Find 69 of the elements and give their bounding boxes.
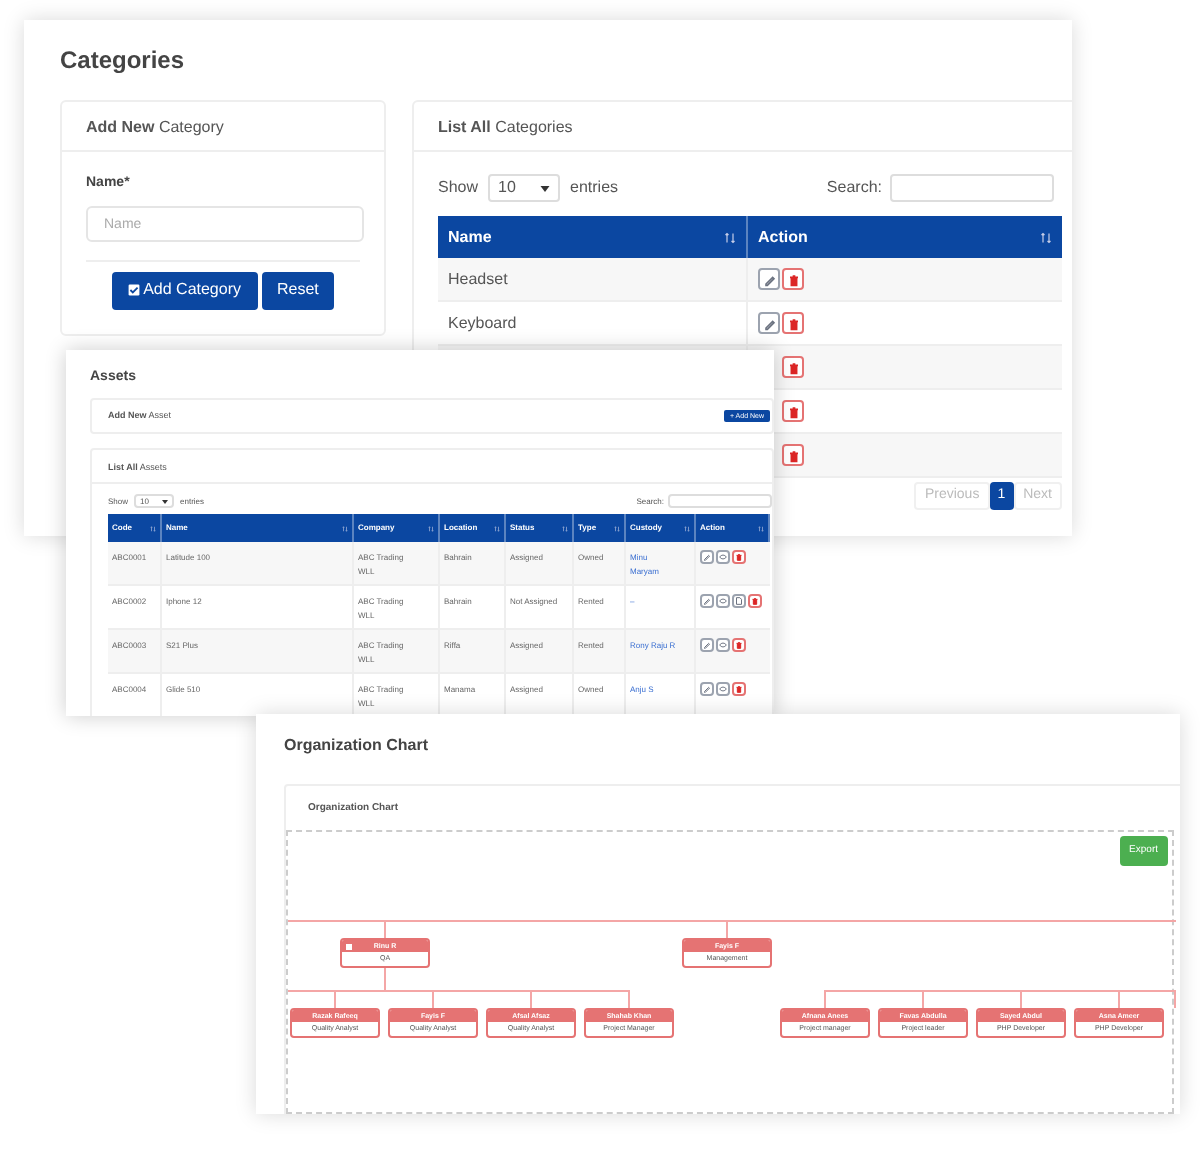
pencil-icon [702, 596, 712, 606]
pencil-icon [761, 271, 777, 287]
table-cell: Keyboard [448, 311, 517, 335]
delete-button[interactable] [732, 550, 746, 564]
sort-icon [614, 525, 620, 531]
document-button[interactable] [732, 594, 746, 608]
delete-button[interactable] [782, 312, 804, 334]
edit-button[interactable] [758, 268, 780, 290]
eye-icon [718, 552, 728, 562]
column-header[interactable]: Action [748, 216, 1062, 258]
view-button[interactable] [716, 594, 730, 608]
pencil-icon [761, 315, 777, 331]
sort-icon [494, 525, 500, 531]
sort-icon [684, 525, 690, 531]
delete-button[interactable] [782, 356, 804, 378]
page-title: Organization Chart [284, 734, 429, 758]
delete-button[interactable] [732, 682, 746, 696]
sort-icon [150, 525, 156, 531]
delete-button[interactable] [748, 594, 762, 608]
caret-icon [162, 499, 169, 503]
add-category-button[interactable]: Add Category [111, 271, 257, 309]
trash-icon [734, 684, 744, 694]
document-icon [734, 596, 744, 606]
sort-icon [724, 231, 736, 243]
sort-icon [758, 525, 764, 531]
sort-icon [1040, 231, 1052, 243]
view-button[interactable] [716, 550, 730, 564]
search-label: Search: [826, 176, 882, 200]
entries-label: entries [570, 176, 619, 200]
view-button[interactable] [716, 682, 730, 696]
trash-icon [785, 359, 801, 375]
search-field[interactable] [890, 174, 1054, 202]
pencil-icon [702, 552, 712, 562]
sort-icon [428, 525, 434, 531]
trash-icon [785, 271, 801, 287]
sort-icon [562, 525, 568, 531]
search-field[interactable] [668, 494, 772, 508]
edit-button[interactable] [758, 312, 780, 334]
delete-button[interactable] [782, 444, 804, 466]
pencil-icon [702, 684, 712, 694]
trash-icon [785, 447, 801, 463]
delete-button[interactable] [782, 400, 804, 422]
delete-button[interactable] [782, 268, 804, 290]
edit-button[interactable] [700, 594, 714, 608]
table-cell: Headset [448, 267, 508, 291]
card-title: Add New Category [62, 102, 384, 152]
eye-icon [718, 640, 728, 650]
square-icon [346, 943, 352, 949]
page-title: Categories [60, 44, 185, 78]
edit-button[interactable] [700, 550, 714, 564]
trash-icon [750, 596, 760, 606]
card-title: List All Categories [414, 102, 1072, 152]
pencil-icon [702, 640, 712, 650]
edit-button[interactable] [700, 682, 714, 696]
eye-icon [718, 684, 728, 694]
trash-icon [734, 640, 744, 650]
eye-icon [718, 596, 728, 606]
caret-icon [540, 185, 551, 191]
edit-button[interactable] [700, 638, 714, 652]
show-label: Show [438, 176, 479, 200]
view-button[interactable] [716, 638, 730, 652]
trash-icon [734, 552, 744, 562]
checkbox-icon [127, 284, 140, 296]
reset-button[interactable]: Reset [261, 271, 335, 309]
delete-button[interactable] [732, 638, 746, 652]
page-size-dropdown[interactable]: 10 [488, 174, 561, 202]
trash-icon [785, 403, 801, 419]
sort-icon [342, 525, 348, 531]
trash-icon [785, 315, 801, 331]
